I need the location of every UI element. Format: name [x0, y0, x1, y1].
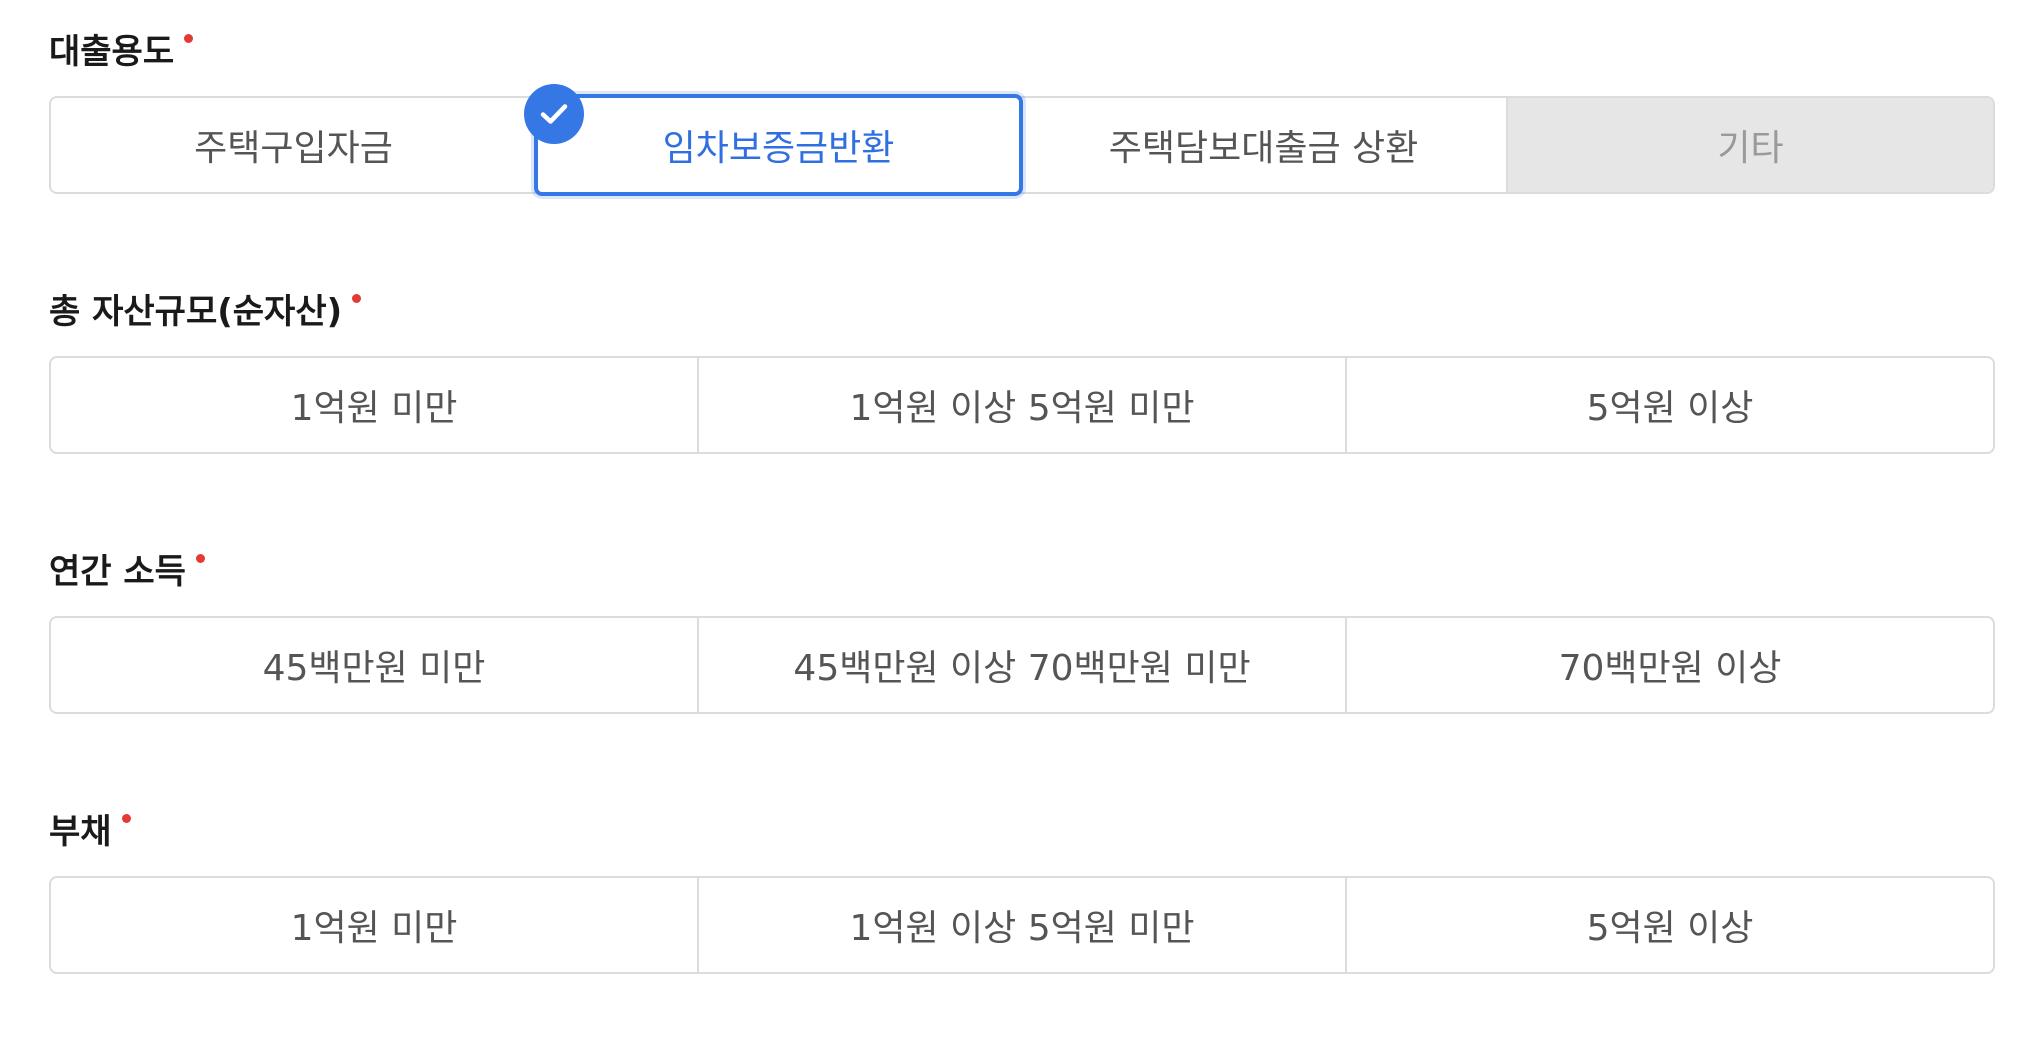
loan-purpose-label: 대출용도: [49, 22, 194, 74]
option-income-under-45m[interactable]: 45백만원 미만: [51, 618, 697, 712]
option-label: 5억원 이상: [1586, 388, 1754, 429]
loan-purpose-options: 주택구입자금 임차보증금반환 주택담보대출금 상환 기타: [49, 84, 1995, 196]
option-assets-over-500m[interactable]: 5억원 이상: [1345, 358, 1993, 452]
annual-income-label: 연간 소득: [49, 542, 205, 594]
option-label: 기타: [1717, 128, 1784, 169]
option-deposit-return[interactable]: 임차보증금반환: [524, 84, 1023, 196]
debt-section: 부채 1억원 미만 1억원 이상 5억원 미만 5억원 이상: [49, 780, 1995, 1040]
option-label: 주택담보대출금 상환: [1108, 128, 1419, 169]
option-label: 1억원 이상 5억원 미만: [849, 388, 1195, 429]
option-label: 1억원 미만: [290, 908, 458, 949]
option-label: 45백만원 이상 70백만원 미만: [793, 648, 1251, 689]
option-label: 주택구입자금: [194, 128, 393, 169]
option-label: 1억원 이상 5억원 미만: [849, 908, 1195, 949]
option-assets-100m-500m[interactable]: 1억원 이상 5억원 미만: [697, 358, 1345, 452]
required-dot: [184, 33, 194, 43]
option-label: 45백만원 미만: [262, 648, 486, 689]
option-income-45m-70m[interactable]: 45백만원 이상 70백만원 미만: [697, 618, 1345, 712]
net-assets-label: 총 자산규모(순자산): [49, 282, 362, 334]
option-other: 기타: [1506, 98, 1993, 192]
option-label: 70백만원 이상: [1558, 648, 1782, 689]
annual-income-options: 45백만원 미만 45백만원 이상 70백만원 미만 70백만원 이상: [49, 616, 1995, 714]
option-label: 5억원 이상: [1586, 908, 1754, 949]
loan-purpose-section: 대출용도 주택구입자금 임차보증금반환 주택담보대출금 상환 기타: [49, 0, 1995, 260]
loan-purpose-label-text: 대출용도: [49, 31, 175, 72]
check-icon: [524, 84, 584, 144]
net-assets-section: 총 자산규모(순자산) 1억원 미만 1억원 이상 5억원 미만 5억원 이상: [49, 260, 1995, 520]
annual-income-section: 연간 소득 45백만원 미만 45백만원 이상 70백만원 미만 70백만원 이…: [49, 520, 1995, 780]
debt-label-text: 부채: [49, 811, 112, 852]
option-label: 임차보증금반환: [662, 128, 895, 169]
debt-options: 1억원 미만 1억원 이상 5억원 미만 5억원 이상: [49, 876, 1995, 974]
option-debt-over-500m[interactable]: 5억원 이상: [1345, 878, 1993, 972]
option-home-purchase[interactable]: 주택구입자금: [51, 98, 536, 192]
debt-label: 부채: [49, 802, 131, 854]
net-assets-label-text: 총 자산규모(순자산): [49, 291, 343, 332]
annual-income-label-text: 연간 소득: [49, 551, 186, 592]
net-assets-options: 1억원 미만 1억원 이상 5억원 미만 5억원 이상: [49, 356, 1995, 454]
option-debt-under-100m[interactable]: 1억원 미만: [51, 878, 697, 972]
option-debt-100m-500m[interactable]: 1억원 이상 5억원 미만: [697, 878, 1345, 972]
option-income-over-70m[interactable]: 70백만원 이상: [1345, 618, 1993, 712]
required-dot: [121, 813, 131, 823]
required-dot: [195, 553, 205, 563]
required-dot: [352, 293, 362, 303]
loan-info-form: 대출용도 주택구입자금 임차보증금반환 주택담보대출금 상환 기타 총 자산규모…: [49, 0, 1995, 1040]
option-assets-under-100m[interactable]: 1억원 미만: [51, 358, 697, 452]
option-label: 1억원 미만: [290, 388, 458, 429]
option-mortgage-repayment[interactable]: 주택담보대출금 상환: [1021, 98, 1506, 192]
